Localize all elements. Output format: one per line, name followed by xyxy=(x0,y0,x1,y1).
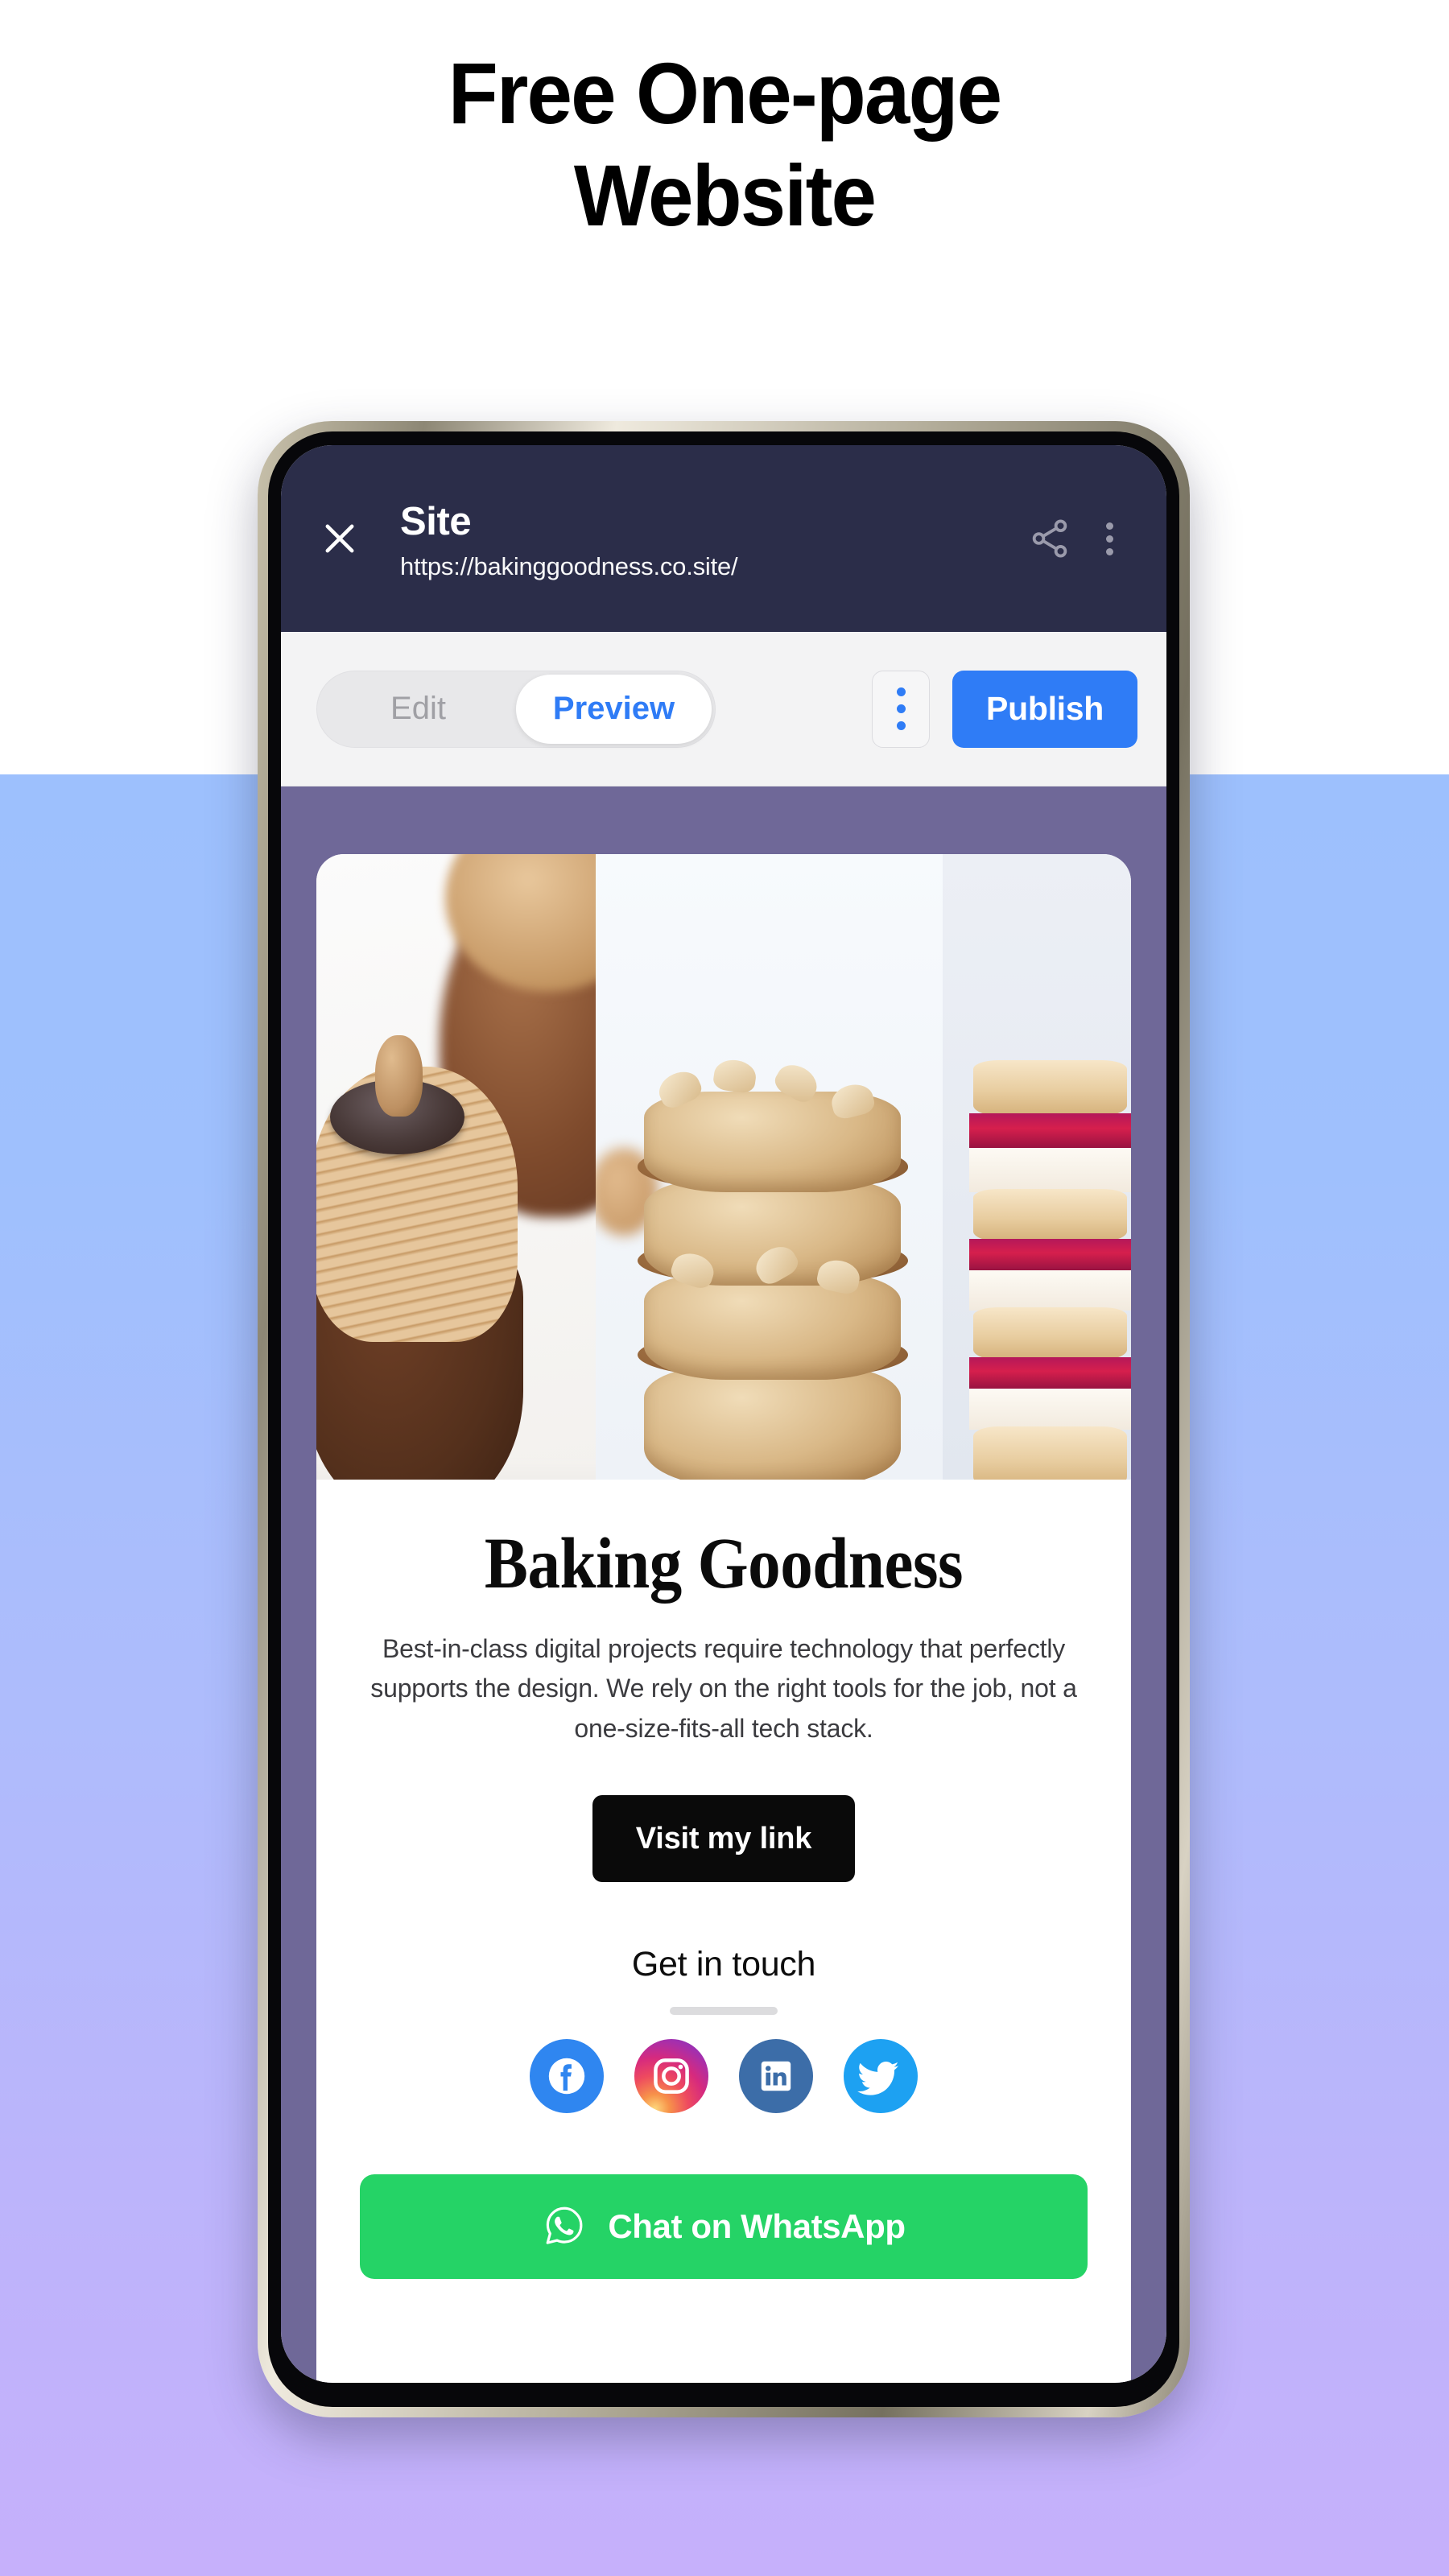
tab-preview[interactable]: Preview xyxy=(516,674,712,744)
linkedin-icon[interactable] xyxy=(739,2039,813,2114)
toolbar-more-vertical-icon[interactable] xyxy=(872,670,931,748)
decor-shape xyxy=(968,1389,1131,1430)
decor-shape xyxy=(972,1307,1128,1361)
dot xyxy=(896,687,906,696)
phone-bezel: Site https://bakinggoodness.co.site/ Edi… xyxy=(268,431,1179,2407)
close-icon[interactable] xyxy=(313,512,366,565)
divider xyxy=(670,2007,778,2016)
twitter-icon[interactable] xyxy=(844,2039,918,2114)
hero-photo-hazelnut-cupcake xyxy=(316,854,597,1480)
dot xyxy=(1105,522,1113,530)
publish-button[interactable]: Publish xyxy=(952,670,1137,748)
decor-shape xyxy=(972,1060,1128,1117)
decor-shape xyxy=(968,1269,1131,1311)
site-content: Baking Goodness Best-in-class digital pr… xyxy=(316,1480,1131,2280)
decor-shape xyxy=(712,1057,758,1095)
hero-photo-almond-cookie-stack xyxy=(596,854,943,1480)
editor-toolbar: Edit Preview Publish xyxy=(281,632,1166,786)
phone-screen: Site https://bakinggoodness.co.site/ Edi… xyxy=(281,445,1166,2383)
decor-shape xyxy=(972,1426,1128,1480)
decor-shape xyxy=(644,1367,902,1480)
social-links-row xyxy=(360,2039,1088,2114)
contact-heading: Get in touch xyxy=(631,1945,816,1984)
dot xyxy=(896,704,906,713)
hero-photo-raspberry-sandwich-biscuit xyxy=(943,854,1131,1480)
brand-tagline: Best-in-class digital projects require t… xyxy=(370,1633,1077,1743)
tab-edit[interactable]: Edit xyxy=(320,675,516,744)
decor-shape xyxy=(972,1188,1128,1242)
site-preview-viewport[interactable]: Baking Goodness Best-in-class digital pr… xyxy=(281,786,1166,2383)
dot xyxy=(1105,547,1113,555)
share-icon[interactable] xyxy=(1020,509,1080,568)
app-top-bar: Site https://bakinggoodness.co.site/ xyxy=(281,445,1166,632)
facebook-icon[interactable] xyxy=(530,2039,604,2114)
decor-shape xyxy=(968,1238,1131,1274)
dot xyxy=(896,721,906,730)
promo-headline: Free One-page Website xyxy=(448,44,1002,245)
decor-shape xyxy=(644,1273,902,1380)
decor-shape xyxy=(968,1148,1131,1192)
visit-my-link-button[interactable]: Visit my link xyxy=(592,1795,856,1883)
whatsapp-button-label: Chat on WhatsApp xyxy=(608,2207,906,2246)
site-page: Baking Goodness Best-in-class digital pr… xyxy=(316,854,1131,2383)
page-title: Site xyxy=(400,499,472,543)
phone-mockup-frame: Site https://bakinggoodness.co.site/ Edi… xyxy=(258,421,1190,2417)
decor-shape xyxy=(968,1357,1131,1393)
hero-image-collage xyxy=(316,854,1131,1480)
whatsapp-icon xyxy=(542,2202,587,2252)
dot xyxy=(1105,535,1113,543)
decor-shape xyxy=(374,1035,423,1117)
brand-title: Baking Goodness xyxy=(484,1524,964,1604)
instagram-icon[interactable] xyxy=(634,2039,708,2114)
mode-switch[interactable]: Edit Preview xyxy=(316,670,716,748)
decor-shape xyxy=(968,1113,1131,1152)
site-url-text: https://bakinggoodness.co.site/ xyxy=(400,552,738,581)
chat-on-whatsapp-button[interactable]: Chat on WhatsApp xyxy=(360,2174,1088,2280)
more-vertical-icon[interactable] xyxy=(1080,509,1139,568)
app-title-block: Site https://bakinggoodness.co.site/ xyxy=(366,496,1020,582)
